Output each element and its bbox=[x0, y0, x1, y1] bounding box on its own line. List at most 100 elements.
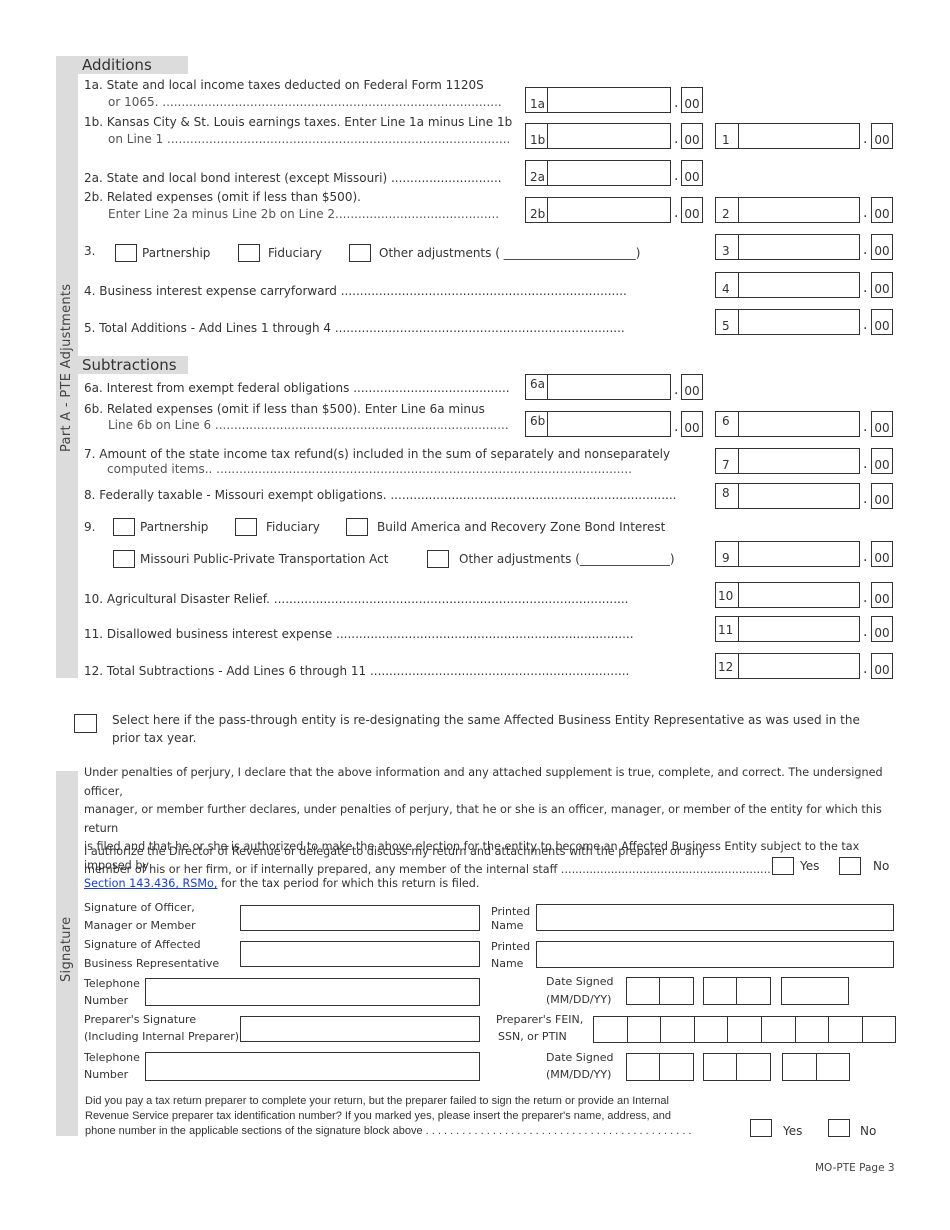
officer-telephone-field[interactable] bbox=[145, 978, 480, 1006]
line-6b-input[interactable] bbox=[550, 413, 668, 435]
redesignate-checkbox[interactable] bbox=[74, 714, 97, 733]
preparer-date-year-2[interactable] bbox=[816, 1053, 850, 1081]
officer-signature-field[interactable] bbox=[240, 905, 480, 931]
redesignate-text: Select here if the pass-through entity i… bbox=[112, 713, 860, 727]
line-3-fiduciary-checkbox[interactable] bbox=[238, 244, 260, 262]
line-9-other-label: Other adjustments (_______________) bbox=[459, 552, 675, 566]
line-4-amount-field[interactable]: 4 bbox=[715, 272, 860, 298]
line-9-amount-field[interactable]: 9 bbox=[715, 541, 860, 567]
line-6a-input[interactable] bbox=[550, 376, 668, 398]
printed-name-label: Printed bbox=[491, 940, 531, 953]
line-8-input[interactable] bbox=[740, 485, 857, 507]
preparer-date-day-2[interactable] bbox=[736, 1053, 771, 1081]
line-4-input[interactable] bbox=[740, 274, 857, 296]
line-1b-amount-field[interactable]: 1b bbox=[525, 123, 671, 149]
preparer-date-day-1[interactable] bbox=[703, 1053, 737, 1081]
preparer-telephone-input[interactable] bbox=[146, 1053, 479, 1080]
decimal-point: . bbox=[863, 131, 868, 147]
line-1-amount-field[interactable]: 1 bbox=[715, 123, 860, 149]
line-3-partnership-checkbox[interactable] bbox=[115, 244, 137, 262]
preparer-id-cell[interactable] bbox=[593, 1016, 628, 1043]
preparer-id-cell[interactable] bbox=[861, 1016, 897, 1043]
line-7-input[interactable] bbox=[740, 450, 857, 472]
line-2a-amount-field[interactable]: 2a bbox=[525, 160, 671, 186]
line-5-amount-field[interactable]: 5 bbox=[715, 309, 860, 335]
line-11-box-label: 11 bbox=[716, 617, 739, 641]
authorize-no-checkbox[interactable] bbox=[839, 857, 861, 875]
preparer-telephone-field[interactable] bbox=[145, 1052, 480, 1081]
line-6a-box-label: 6a bbox=[526, 375, 548, 399]
preparer-date-month-2[interactable] bbox=[659, 1053, 694, 1081]
affected-rep-signature-input[interactable] bbox=[241, 942, 479, 966]
preparer-signature-label: Preparer's Signature bbox=[84, 1013, 197, 1026]
preparer-id-cell[interactable] bbox=[727, 1016, 762, 1043]
line-9-other-checkbox[interactable] bbox=[427, 550, 449, 568]
preparer-date-month-1[interactable] bbox=[626, 1053, 660, 1081]
date-signed-day-1[interactable] bbox=[703, 977, 737, 1005]
officer-printed-name-field[interactable] bbox=[536, 904, 894, 931]
paid-preparer-yes-checkbox[interactable] bbox=[750, 1119, 772, 1137]
line-5-text: 5. Total Additions - Add Lines 1 through… bbox=[84, 321, 625, 335]
authorize-yes-checkbox[interactable] bbox=[772, 857, 794, 875]
line-8-amount-field[interactable]: 8 bbox=[715, 483, 860, 509]
line-3-input[interactable] bbox=[740, 236, 857, 258]
line-2b-input[interactable] bbox=[550, 199, 668, 221]
signature-label: Signature bbox=[59, 916, 74, 982]
preparer-id-cell[interactable] bbox=[761, 1016, 796, 1043]
line-2a-input[interactable] bbox=[550, 162, 668, 184]
line-9-fiduciary-checkbox[interactable] bbox=[235, 518, 257, 536]
line-2-amount-field[interactable]: 2 bbox=[715, 197, 860, 223]
line-9-partnership-checkbox[interactable] bbox=[113, 518, 135, 536]
preparer-id-cell[interactable] bbox=[693, 1016, 729, 1043]
line-2a-text: 2a. State and local bond interest (excep… bbox=[84, 171, 502, 185]
printed-name-label-cont: Name bbox=[491, 957, 524, 970]
line-9-build-america-checkbox[interactable] bbox=[346, 518, 368, 536]
date-signed-month-2[interactable] bbox=[659, 977, 694, 1005]
officer-telephone-input[interactable] bbox=[146, 979, 479, 1005]
line-6b-amount-field[interactable]: 6b bbox=[525, 411, 671, 437]
line-2b-amount-field[interactable]: 2b bbox=[525, 197, 671, 223]
line-12-input[interactable] bbox=[740, 655, 857, 677]
date-signed-day-2[interactable] bbox=[736, 977, 771, 1005]
preparer-id-cell[interactable] bbox=[660, 1016, 695, 1043]
authorize-text: I authorize the Director of Revenue or d… bbox=[84, 845, 706, 858]
line-9-transportation-act-checkbox[interactable] bbox=[113, 550, 135, 568]
date-signed-month-1[interactable] bbox=[626, 977, 660, 1005]
line-3-other-checkbox[interactable] bbox=[349, 244, 371, 262]
paid-preparer-no-checkbox[interactable] bbox=[828, 1119, 850, 1137]
preparer-id-cell[interactable] bbox=[626, 1016, 662, 1043]
line-2a-cents: 00 bbox=[681, 160, 703, 186]
line-1a-amount-field[interactable]: 1a bbox=[525, 87, 671, 113]
preparer-date-year-1[interactable] bbox=[782, 1053, 817, 1081]
officer-printed-name-input[interactable] bbox=[537, 905, 893, 930]
line-1-input[interactable] bbox=[740, 125, 857, 147]
authorize-text-cont: member of his or her firm, or if interna… bbox=[84, 863, 778, 876]
affected-rep-printed-name-field[interactable] bbox=[536, 941, 894, 968]
affected-rep-printed-name-input[interactable] bbox=[537, 942, 893, 967]
line-12-amount-field[interactable]: 12 bbox=[715, 653, 860, 679]
line-3-box-label: 3 bbox=[716, 235, 739, 259]
line-6-input[interactable] bbox=[740, 413, 857, 435]
affected-rep-signature-field[interactable] bbox=[240, 941, 480, 967]
line-2-input[interactable] bbox=[740, 199, 857, 221]
line-3-amount-field[interactable]: 3 bbox=[715, 234, 860, 260]
line-11-amount-field[interactable]: 11 bbox=[715, 616, 860, 642]
preparer-id-cell[interactable] bbox=[794, 1016, 830, 1043]
line-7-amount-field[interactable]: 7 bbox=[715, 448, 860, 474]
line-10-input[interactable] bbox=[740, 584, 857, 606]
line-1b-input[interactable] bbox=[550, 125, 668, 147]
preparer-signature-input[interactable] bbox=[241, 1017, 479, 1041]
line-9-input[interactable] bbox=[740, 543, 857, 565]
preparer-signature-field[interactable] bbox=[240, 1016, 480, 1042]
line-11-input[interactable] bbox=[740, 618, 857, 640]
line-5-input[interactable] bbox=[740, 311, 857, 333]
date-signed-year[interactable] bbox=[781, 977, 849, 1005]
preparer-id-cell[interactable] bbox=[828, 1016, 863, 1043]
decimal-point: . bbox=[863, 419, 868, 435]
line-6-amount-field[interactable]: 6 bbox=[715, 411, 860, 437]
line-2b-text-cont: Enter Line 2a minus Line 2b on Line 2...… bbox=[108, 207, 500, 221]
line-1a-input[interactable] bbox=[550, 89, 668, 111]
line-10-amount-field[interactable]: 10 bbox=[715, 582, 860, 608]
officer-signature-input[interactable] bbox=[241, 906, 479, 930]
line-6a-amount-field[interactable]: 6a bbox=[525, 374, 671, 400]
